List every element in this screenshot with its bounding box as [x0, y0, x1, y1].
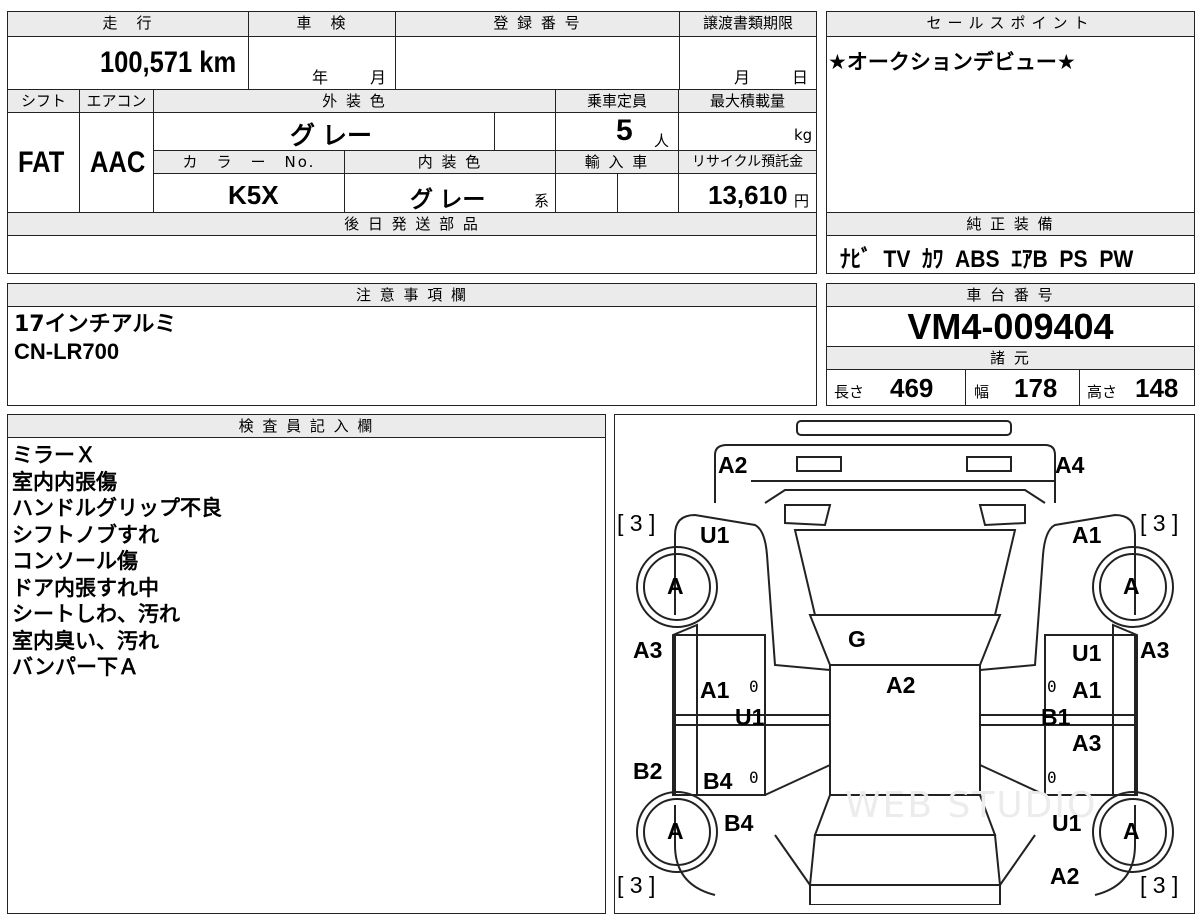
notes-label: 注 意 事 項 欄 [8, 284, 816, 306]
damage-door-fr-low: A3 [1072, 730, 1102, 756]
damage-sill-right: B1 [1041, 704, 1071, 730]
exterior-color-value: グ レー [290, 122, 372, 150]
tire-rear-left: A [667, 818, 684, 844]
max-load-label: 最大積載量 [679, 90, 816, 112]
inspector-lines: ミラーＸ 室内内張傷 ハンドルグリップ不良 シフトノブすれ コンソール傷 ドア内… [12, 442, 222, 681]
damage-windshield: G [848, 626, 866, 652]
registration-label: 登 録 番 号 [396, 12, 679, 36]
sales-point-box [826, 11, 1195, 213]
damage-front-right: A4 [1055, 452, 1085, 478]
tire-front-right: A [1123, 573, 1140, 599]
recycle-label: リサイクル預託金 [679, 151, 816, 173]
tread-rear-left: [ 3 ] [617, 872, 656, 898]
tread-rear-right: [ 3 ] [1140, 872, 1179, 898]
note-line: CN-LR700 [14, 338, 120, 364]
equipment-label: 純 正 装 備 [827, 213, 1194, 235]
inspector-line: シフトノブすれ [12, 522, 159, 547]
inspector-line: バンパー下Ａ [12, 655, 140, 679]
recycle-unit: 円 [794, 192, 810, 210]
inspector-line: コンソール傷 [12, 549, 138, 573]
transfer-deadline-label: 譲渡書類期限 [680, 12, 816, 36]
aircon-label: エアコン [80, 90, 153, 112]
ship-later-label: 後 日 発 送 部 品 [8, 213, 816, 235]
color-no-value: K5X [228, 180, 279, 210]
inspector-line: シートしわ、汚れ [12, 602, 180, 626]
damage-front-left: A2 [718, 452, 748, 478]
inspection-label: 車 検 [249, 12, 395, 36]
transfer-day: 日 [792, 68, 809, 87]
shift-label: シフト [8, 90, 79, 112]
length-value: 469 [890, 373, 934, 403]
length-label: 長さ [834, 383, 865, 401]
tire-rear-right: A [1123, 818, 1140, 844]
interior-color-value: グ レー [410, 186, 486, 212]
sales-point-text: ★オークションデビュー★ [828, 50, 1076, 74]
zero-mark: 0 [749, 677, 759, 696]
damage-rear-right: U1 [1052, 810, 1082, 836]
inspector-line: ミラーＸ [12, 443, 96, 467]
car-diagram-box: WEB STUDIO [614, 414, 1195, 914]
max-load-unit: kg [794, 126, 813, 144]
transfer-month: 月 [734, 68, 751, 87]
mileage-value: 100,571 km [100, 46, 237, 79]
shift-value: FAT [18, 146, 65, 179]
damage-quarter-left: B2 [633, 758, 663, 784]
recycle-value: 13,610 [708, 180, 788, 210]
imported-label: 輸 入 車 [556, 151, 678, 173]
zero-mark: 0 [749, 768, 759, 787]
chassis-label: 車 台 番 号 [827, 284, 1194, 306]
height-value: 148 [1135, 373, 1179, 403]
damage-rear-bumper-right: A2 [1050, 863, 1080, 889]
sales-point-label: セールスポイント [827, 12, 1194, 36]
damage-door-fr: A1 [1072, 677, 1102, 703]
inspector-line: ドア内張すれ中 [12, 575, 159, 600]
zero-mark: 0 [1047, 768, 1057, 787]
damage-door-rl: B4 [703, 768, 733, 794]
tire-front-left: A [667, 573, 684, 599]
inspection-year: 年 [312, 68, 329, 87]
damage-pillar-right: A3 [1140, 637, 1170, 663]
tread-front-right: [ 3 ] [1140, 510, 1179, 536]
interior-color-label: 内 装 色 [345, 151, 555, 173]
capacity-value: 5 [616, 114, 633, 147]
width-value: 178 [1014, 373, 1058, 403]
mileage-label: 走 行 [8, 12, 248, 36]
height-label: 高さ [1087, 383, 1118, 401]
zero-mark: 0 [1047, 677, 1057, 696]
damage-rear-left: B4 [724, 810, 754, 836]
chassis-number: VM4-009404 [907, 306, 1114, 347]
inspector-line: 室内臭い、汚れ [12, 628, 159, 653]
color-no-label: カ ラ ー No. [154, 151, 344, 173]
inspector-line: ハンドルグリップ不良 [12, 496, 222, 520]
damage-roof: A2 [886, 672, 916, 698]
specs-label: 諸 元 [827, 347, 1194, 369]
interior-color-suffix: 系 [534, 192, 550, 210]
car-outline-drawing [636, 420, 1174, 905]
equipment-text: ﾅﾋﾞ TV ｶﾜ ABS ｴｱB PS PW [840, 246, 1134, 273]
inspector-line: 室内内張傷 [12, 469, 117, 494]
damage-door-fl: A1 [700, 677, 730, 703]
damage-pillar-left: A3 [633, 637, 663, 663]
damage-fender-left: U1 [700, 522, 730, 548]
width-label: 幅 [974, 383, 990, 401]
damage-door-fr-top: U1 [1072, 640, 1102, 666]
exterior-color-label: 外 装 色 [154, 90, 555, 112]
inspector-label: 検 査 員 記 入 欄 [8, 415, 605, 437]
inspection-month: 月 [370, 68, 387, 87]
capacity-unit: 人 [654, 132, 670, 150]
damage-sill-left: U1 [735, 704, 765, 730]
capacity-label: 乗車定員 [556, 90, 678, 112]
damage-fender-right: A1 [1072, 522, 1102, 548]
note-line: 17インチアルミ [14, 312, 177, 337]
tread-front-left: [ 3 ] [617, 510, 656, 536]
notes-lines: 17インチアルミ CN-LR700 [14, 312, 176, 365]
aircon-value: AAC [90, 146, 146, 179]
